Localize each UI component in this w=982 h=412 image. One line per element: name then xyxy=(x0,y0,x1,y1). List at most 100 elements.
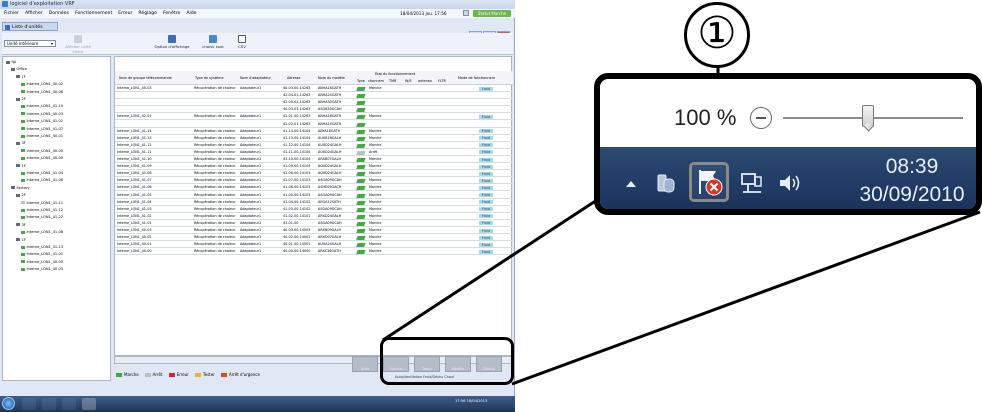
table-row[interactable]: Interne_LON1_41-04 Récupération de chaleu… xyxy=(115,199,513,206)
table-row[interactable]: Interne_LON1_41-07 Récupération de chaleu… xyxy=(115,177,513,185)
tree-node[interactable]: Interne_LON1_41-06 xyxy=(21,178,63,183)
table-row[interactable]: Interne_LON1_40-00 Récupération de chaleu… xyxy=(115,248,513,256)
show-selected-unit-button[interactable]: Afficher unité choisi xyxy=(60,35,96,54)
col-op-header[interactable]: ctionnem xyxy=(368,79,384,83)
tree-node[interactable]: 3F xyxy=(16,223,26,228)
refresh-icon[interactable] xyxy=(463,10,469,16)
tree-node[interactable]: 1F xyxy=(16,164,26,169)
col-ant-header[interactable]: antenan xyxy=(418,79,432,83)
display-option-button[interactable]: Option d'affichage xyxy=(152,35,192,53)
tree-node[interactable]: Interne_LON1_40-03 xyxy=(21,112,63,117)
col-model-header[interactable]: Nom du modèle xyxy=(318,76,345,80)
tree-node[interactable]: Factory xyxy=(11,186,30,191)
zoom-out-button[interactable] xyxy=(750,107,772,129)
table-row[interactable]: Interne_LON1_41-06 Récupération de chaleu… xyxy=(115,184,513,192)
tree-node[interactable]: Interne_LON1_40-02 xyxy=(21,82,63,87)
menu-item-5[interactable]: Réglage xyxy=(138,11,157,16)
tree-node[interactable]: Interne_LON1_41-12 xyxy=(21,208,63,213)
unit-tree[interactable]: fgl Office 1F Interne_LON1_40-02 Interne_LON… xyxy=(2,56,111,381)
vrf-app-taskbar-icon[interactable] xyxy=(82,398,96,410)
ie-taskbar-icon[interactable] xyxy=(22,398,36,410)
tree-node[interactable]: Interne_LON1_40-05 xyxy=(21,260,63,265)
table-row[interactable]: Interne_LON1_41-12 Récupération de chaleu… xyxy=(115,142,513,149)
explorer-taskbar-icon[interactable] xyxy=(42,398,56,410)
table-row[interactable]: Interne_LON1_41-05 Récupération de chaleu… xyxy=(115,192,513,199)
table-row[interactable]: Interne_LON1_41-10 Récupération de chaleu… xyxy=(115,156,513,164)
tree-node[interactable]: Interne_LON1_41-04 xyxy=(21,171,63,176)
network-icon[interactable] xyxy=(739,171,765,195)
menu-item-7[interactable]: Aide xyxy=(186,11,196,16)
table-row[interactable]: Interne_LON1_40-03 Récupération de chaleu… xyxy=(115,85,513,93)
tray-clock-date[interactable]: 30/09/2010 xyxy=(846,183,976,207)
tray-clock-time[interactable]: 08:39 xyxy=(862,155,962,179)
tree-node[interactable]: Office xyxy=(11,67,27,72)
menu-item-6[interactable]: Fenêtre xyxy=(163,11,180,16)
table-row[interactable]: Interne_LON1_40-02 Récupération de chaleu… xyxy=(115,234,513,242)
tree-node[interactable]: Interne_LON1_40-06 xyxy=(21,90,63,95)
tree-node[interactable]: Interne_LON1_41-13 xyxy=(21,245,63,250)
tree-node[interactable]: Interne_LON1_40-01 xyxy=(21,134,63,139)
menu-item-2[interactable]: Données xyxy=(49,11,69,16)
col-system-header[interactable]: Type de système xyxy=(195,76,224,80)
col-adapter-header[interactable]: Nom d'adaptateur xyxy=(240,76,271,80)
volume-icon[interactable] xyxy=(777,171,803,195)
tree-node[interactable]: Interne_LON1_41-22 xyxy=(21,215,63,220)
start-button[interactable] xyxy=(2,397,15,410)
table-row[interactable]: Interne_LON1_42-01 Récupération de chaleu… xyxy=(115,113,513,121)
table-row[interactable]: Interne_LON1_41-08 Récupération de chaleu… xyxy=(115,170,513,178)
zoom-slider-thumb[interactable] xyxy=(862,105,874,127)
tree-node[interactable]: Interne_LON1_41-10 xyxy=(21,104,63,109)
menu-item-4[interactable]: Erreur xyxy=(118,11,132,16)
tree-node[interactable]: Interne_LON1_41-08 xyxy=(21,230,63,235)
table-row[interactable]: Interne_LON1_40-03 Récupération de chaleu… xyxy=(115,227,513,235)
tree-node[interactable]: Interne_LON1_41-07 xyxy=(21,127,63,132)
table-row[interactable]: Interne_LON1_41-14 Récupération de chaleu… xyxy=(115,128,513,135)
show-hidden-icons-icon[interactable] xyxy=(626,181,636,187)
zoom-in-button[interactable] xyxy=(977,107,982,129)
tree-node[interactable]: Interne_LON1_41-11 xyxy=(21,201,63,206)
table-row[interactable]: Interne_LON1_41-09 Récupération de chaleu… xyxy=(115,163,513,171)
tree-node[interactable]: Interne_LON1_40-00 xyxy=(21,149,63,154)
tree-node[interactable]: fgl xyxy=(6,60,16,65)
table-row[interactable]: 40-03-03-14263 ASGB30GCAH xyxy=(115,106,513,114)
col-group-header[interactable]: Nom de groupe télécommande xyxy=(119,76,172,80)
csv-export-button[interactable]: CSV xyxy=(234,35,250,53)
server-icon[interactable] xyxy=(654,171,678,195)
menu-item-1[interactable]: Afficher xyxy=(25,11,43,16)
tree-node[interactable]: 2F xyxy=(16,97,26,102)
tree-node[interactable]: 2F xyxy=(16,193,26,198)
table-row[interactable]: 42-05-02-14263 ABHA30GATH xyxy=(115,99,513,107)
unit-type-select[interactable]: Unité intérieure ▾ xyxy=(4,40,56,47)
col-we-header[interactable]: W/E xyxy=(405,79,412,83)
col-type-header[interactable]: Type xyxy=(357,79,365,83)
col-mode-header[interactable]: Mode de fonctionnem xyxy=(458,76,495,80)
table-row[interactable]: 42-04-01-14263 ABHA24GATH xyxy=(115,92,513,100)
menu-item-0[interactable]: Fichier xyxy=(4,11,19,16)
col-tmr-header[interactable]: TMR xyxy=(389,79,396,83)
table-row[interactable]: Interne_LON1_41-13 Récupération de chaleu… xyxy=(115,135,513,142)
col-fltr-header[interactable]: FLTR xyxy=(438,79,446,83)
tree-node[interactable]: 1F xyxy=(16,75,26,80)
tree-node-label: Interne_LON1_41-02 xyxy=(26,119,64,124)
tree-node[interactable]: Interne_LON1_40-09 xyxy=(21,156,63,161)
table-row[interactable]: Interne_LON1_41-11 Récupération de chaleu… xyxy=(115,149,513,156)
table-row[interactable]: Interne_LON1_41-03 Récupération de chaleu… xyxy=(115,206,513,213)
status-badge[interactable]: Statut Marche xyxy=(473,10,511,17)
table-row[interactable]: Interne_LON1_41-02 Récupération de chaleu… xyxy=(115,213,513,220)
document-tab[interactable]: Liste d'unités xyxy=(2,22,58,31)
table-row[interactable]: Interne_LON1_41-01 Récupération de chaleu… xyxy=(115,220,513,227)
tree-node[interactable]: 1F xyxy=(16,238,26,243)
col-address-header[interactable]: Adresse xyxy=(287,76,300,80)
table-row[interactable]: 42-02-01-14263 ABHA14GATH xyxy=(115,121,513,128)
tree-node[interactable]: 3F xyxy=(16,141,26,146)
taskbar-clock[interactable]: 17:56 18/04/2013 xyxy=(455,399,487,403)
tree-node[interactable]: Interne_LON1_41-02 xyxy=(21,119,63,124)
status-button-0[interactable]: Arrêt xyxy=(352,356,378,372)
tree-node[interactable]: Interne_LON1_40-03 xyxy=(21,267,63,272)
media-taskbar-icon[interactable] xyxy=(62,398,76,410)
table-row[interactable]: Interne_LON1_40-01 Récupération de chaleu… xyxy=(115,241,513,249)
action-center-flag-icon[interactable] xyxy=(692,165,726,199)
menu-item-3[interactable]: Fonctionnement xyxy=(75,11,112,16)
tree-node[interactable]: Interne_LON1_41-01 xyxy=(21,252,63,257)
choose-all-button[interactable]: choisir tout xyxy=(200,35,226,53)
